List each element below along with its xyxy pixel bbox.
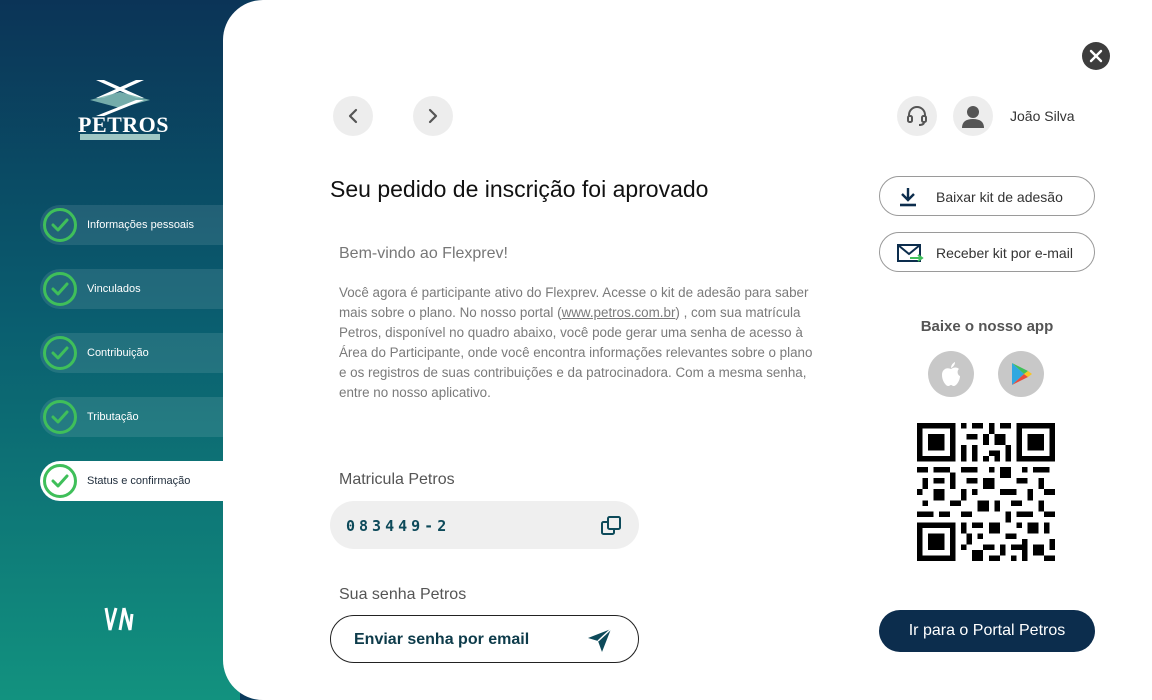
- password-label: Sua senha Petros: [339, 586, 467, 603]
- step-label: Vinculados: [87, 283, 141, 295]
- qr-code-icon: [917, 423, 1055, 561]
- step-tributacao[interactable]: Tributação: [40, 397, 230, 437]
- email-kit-label: Receber kit por e-mail: [936, 245, 1073, 261]
- chevron-left-icon: [348, 108, 358, 124]
- send-password-label: Enviar senha por email: [354, 631, 530, 648]
- check-icon: [43, 400, 77, 434]
- user-name: João Silva: [1010, 108, 1075, 124]
- chevron-right-icon: [428, 108, 438, 124]
- close-button[interactable]: [1082, 42, 1110, 70]
- avatar[interactable]: [953, 96, 993, 136]
- send-icon: [585, 626, 613, 659]
- step-label: Informações pessoais: [87, 219, 194, 231]
- headset-icon: [907, 106, 927, 126]
- google-play-button[interactable]: [998, 351, 1044, 397]
- apple-icon: [942, 362, 960, 386]
- step-informacoes-pessoais[interactable]: Informações pessoais: [40, 205, 230, 245]
- close-icon: [1089, 49, 1103, 63]
- logo-underline: [80, 134, 160, 140]
- step-vinculados[interactable]: Vinculados: [40, 269, 230, 309]
- check-icon: [43, 336, 77, 370]
- check-icon: [43, 208, 77, 242]
- portal-button[interactable]: Ir para o Portal Petros: [879, 610, 1095, 652]
- qr-code: [917, 423, 1055, 561]
- user-icon: [962, 106, 984, 128]
- copy-icon: [601, 516, 621, 535]
- portal-link[interactable]: www.petros.com.br: [562, 305, 676, 320]
- step-label: Contribuição: [87, 347, 149, 359]
- brand-mark-icon: [104, 604, 134, 639]
- email-kit-button[interactable]: Receber kit por e-mail: [879, 232, 1095, 272]
- forward-button[interactable]: [413, 96, 453, 136]
- send-password-button[interactable]: Enviar senha por email: [330, 615, 639, 663]
- welcome-heading: Bem-vindo ao Flexprev!: [339, 245, 508, 262]
- petros-logo: PETROS: [78, 78, 169, 142]
- support-button[interactable]: [897, 96, 937, 136]
- app-download-title: Baixe o nosso app: [920, 318, 1054, 335]
- check-icon: [43, 464, 77, 498]
- step-label: Tributação: [87, 411, 139, 423]
- sidebar: PETROS Informações pessoais Vinculados C…: [0, 0, 240, 700]
- google-play-icon: [1012, 363, 1032, 385]
- back-button[interactable]: [333, 96, 373, 136]
- step-contribuicao[interactable]: Contribuição: [40, 333, 230, 373]
- mail-icon: [896, 241, 924, 270]
- download-kit-button[interactable]: Baixar kit de adesão: [879, 176, 1095, 216]
- intro-text: Você agora é participante ativo do Flexp…: [339, 283, 814, 403]
- step-status-confirmacao[interactable]: Status e confirmação: [40, 461, 230, 501]
- matricula-label: Matricula Petros: [339, 471, 455, 488]
- copy-button[interactable]: [600, 515, 622, 542]
- download-kit-label: Baixar kit de adesão: [936, 189, 1063, 205]
- matricula-field: 083449-2: [330, 501, 639, 549]
- download-icon: [896, 185, 920, 214]
- app-store-button[interactable]: [928, 351, 974, 397]
- check-icon: [43, 272, 77, 306]
- page-title: Seu pedido de inscrição foi aprovado: [330, 176, 709, 202]
- step-label: Status e confirmação: [87, 475, 191, 487]
- matricula-value: 083449-2: [346, 517, 451, 535]
